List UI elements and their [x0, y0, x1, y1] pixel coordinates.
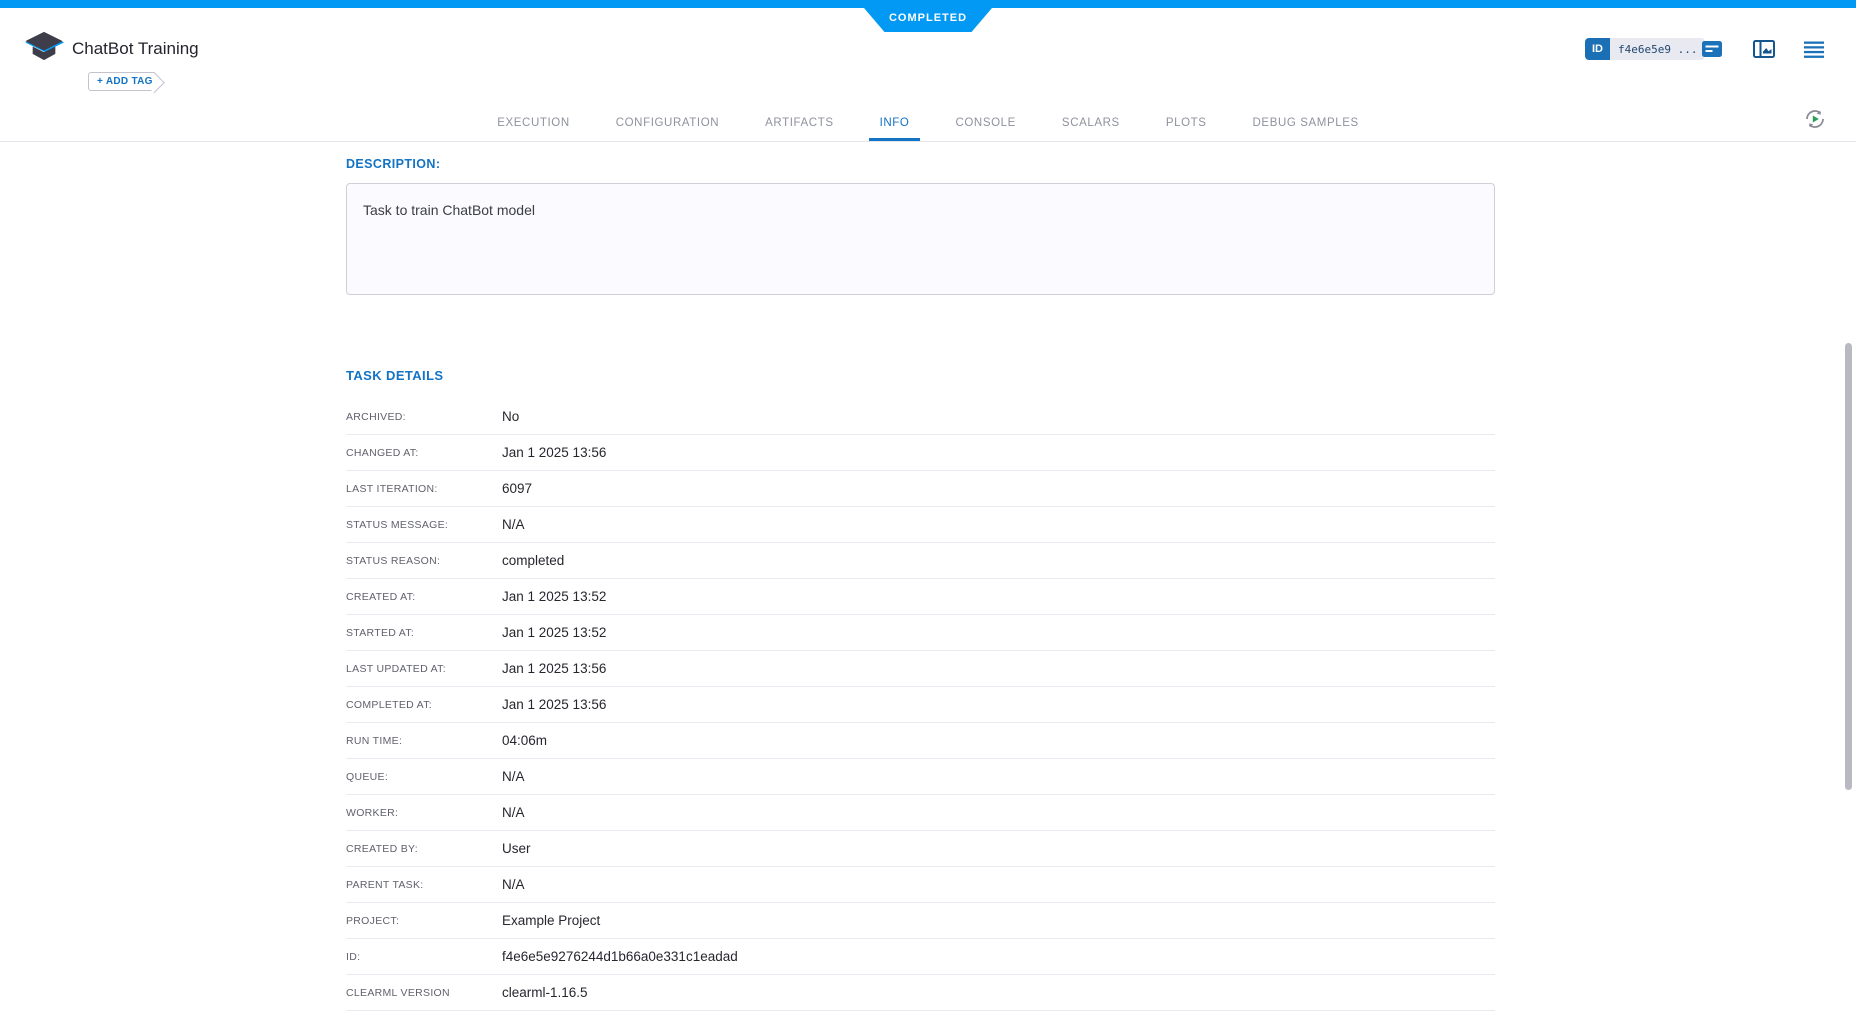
row-label: ARCHIVED:	[346, 411, 502, 423]
tab[interactable]: CONSOLE	[932, 104, 1038, 141]
task-info-page: COMPLETED ChatBot Training + ADD TAG ID …	[0, 0, 1856, 1016]
row-label: CREATED BY:	[346, 843, 502, 855]
row-value: f4e6e5e9276244d1b66a0e331c1eadad	[502, 949, 738, 964]
table-row: PROJECT: Example Project	[346, 903, 1495, 939]
tab-label: PLOTS	[1166, 117, 1207, 129]
table-row: QUEUE: N/A	[346, 759, 1495, 795]
table-row: LAST UPDATED AT: Jan 1 2025 13:56	[346, 651, 1495, 687]
vertical-scrollbar[interactable]	[1845, 343, 1852, 790]
row-value: Jan 1 2025 13:56	[502, 661, 606, 676]
row-label: PARENT TASK:	[346, 879, 502, 891]
tab-label: ARTIFACTS	[765, 117, 833, 129]
row-label: CREATED AT:	[346, 591, 502, 603]
tab-label: DEBUG SAMPLES	[1253, 117, 1359, 129]
row-label: STATUS REASON:	[346, 555, 502, 567]
tab-label: SCALARS	[1062, 117, 1120, 129]
row-label: ID:	[346, 951, 502, 963]
row-value: clearml-1.16.5	[502, 985, 588, 1000]
tab-label: INFO	[880, 117, 910, 129]
description-text: Task to train ChatBot model	[363, 202, 535, 218]
add-tag-button[interactable]: + ADD TAG	[88, 72, 155, 91]
row-value: N/A	[502, 517, 525, 532]
task-type-training-icon	[24, 30, 64, 66]
row-value: Jan 1 2025 13:56	[502, 445, 606, 460]
row-value: N/A	[502, 769, 525, 784]
split-panel-icon[interactable]	[1752, 37, 1776, 61]
row-value: Jan 1 2025 13:52	[502, 625, 606, 640]
row-label: PROJECT:	[346, 915, 502, 927]
tab[interactable]: EXECUTION	[474, 104, 593, 141]
table-row: LAST ITERATION: 6097	[346, 471, 1495, 507]
page-title: ChatBot Training	[72, 39, 199, 59]
row-label: CHANGED AT:	[346, 447, 502, 459]
row-label: WORKER:	[346, 807, 502, 819]
row-value: Jan 1 2025 13:52	[502, 589, 606, 604]
table-row: RUN TIME: 04:06m	[346, 723, 1495, 759]
tab[interactable]: PLOTS	[1143, 104, 1230, 141]
row-label: STARTED AT:	[346, 627, 502, 639]
description-textarea[interactable]: Task to train ChatBot model	[346, 183, 1495, 295]
id-badge-label: ID	[1585, 38, 1610, 60]
row-value: N/A	[502, 805, 525, 820]
task-details-section-label: TASK DETAILS	[346, 368, 443, 383]
tab[interactable]: INFO	[857, 104, 933, 141]
table-row: CLEARML VERSION clearml-1.16.5	[346, 975, 1495, 1011]
table-row: ARCHIVED: No	[346, 399, 1495, 435]
row-label: QUEUE:	[346, 771, 502, 783]
table-row: CREATED AT: Jan 1 2025 13:52	[346, 579, 1495, 615]
table-row: STARTED AT: Jan 1 2025 13:52	[346, 615, 1495, 651]
row-value: completed	[502, 553, 564, 568]
row-value: N/A	[502, 877, 525, 892]
table-row: CREATED BY: User	[346, 831, 1495, 867]
table-row: CHANGED AT: Jan 1 2025 13:56	[346, 435, 1495, 471]
row-label: LAST ITERATION:	[346, 483, 502, 495]
row-value: Example Project	[502, 913, 600, 928]
tab[interactable]: DEBUG SAMPLES	[1230, 104, 1382, 141]
table-row: WORKER: N/A	[346, 795, 1495, 831]
row-value: 04:06m	[502, 733, 547, 748]
row-label: RUN TIME:	[346, 735, 502, 747]
row-label: LAST UPDATED AT:	[346, 663, 502, 675]
row-value: User	[502, 841, 531, 856]
table-row: STATUS MESSAGE: N/A	[346, 507, 1495, 543]
tab[interactable]: CONFIGURATION	[593, 104, 742, 141]
table-row: COMPLETED AT: Jan 1 2025 13:56	[346, 687, 1495, 723]
top-accent-bar	[0, 0, 1856, 8]
tab-label: CONFIGURATION	[616, 117, 719, 129]
row-label: STATUS MESSAGE:	[346, 519, 502, 531]
table-row: STATUS REASON: completed	[346, 543, 1495, 579]
table-row: PARENT TASK: N/A	[346, 867, 1495, 903]
row-value: Jan 1 2025 13:56	[502, 697, 606, 712]
auto-refresh-icon[interactable]	[1802, 106, 1828, 132]
id-badge-value: f4e6e5e9 ...	[1610, 38, 1705, 60]
tab-bar: EXECUTION CONFIGURATION ARTIFACTS INFO C…	[0, 104, 1856, 142]
task-details-table: ARCHIVED: No CHANGED AT: Jan 1 2025 13:5…	[346, 399, 1495, 1011]
add-tag-label: + ADD TAG	[97, 76, 153, 87]
table-row: ID: f4e6e5e9276244d1b66a0e331c1eadad	[346, 939, 1495, 975]
status-badge: COMPLETED	[864, 8, 992, 32]
tab[interactable]: ARTIFACTS	[742, 104, 856, 141]
row-label: CLEARML VERSION	[346, 987, 502, 999]
tab-label: CONSOLE	[955, 117, 1015, 129]
description-section-label: DESCRIPTION:	[346, 157, 440, 171]
tab[interactable]: SCALARS	[1039, 104, 1143, 141]
task-id-badge[interactable]: ID f4e6e5e9 ...	[1585, 38, 1705, 60]
row-value: No	[502, 409, 519, 424]
comment-icon[interactable]	[1700, 37, 1724, 61]
status-badge-label: COMPLETED	[889, 12, 967, 28]
menu-icon[interactable]	[1802, 37, 1826, 61]
row-value: 6097	[502, 481, 532, 496]
tab-label: EXECUTION	[497, 117, 570, 129]
row-label: COMPLETED AT:	[346, 699, 502, 711]
